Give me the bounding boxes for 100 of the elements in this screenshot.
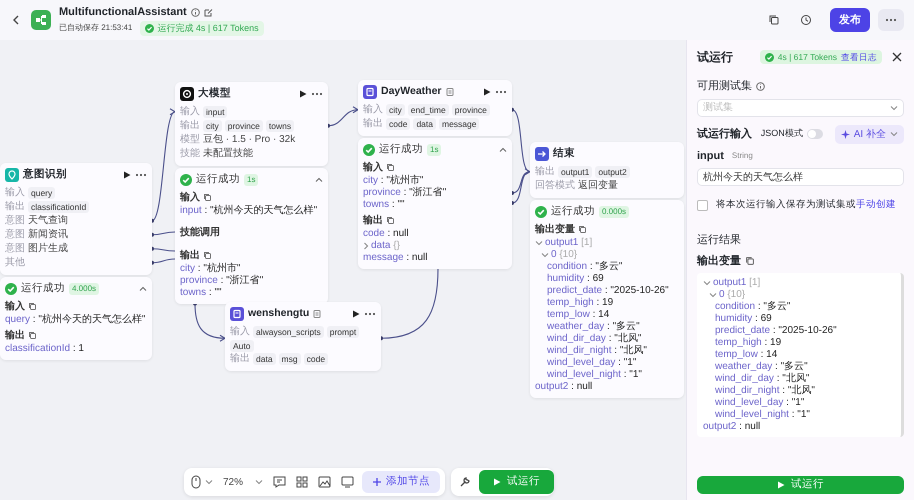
info-icon[interactable] [756,82,765,91]
collapse-icon[interactable] [541,252,549,258]
tree-node[interactable]: data {} [371,240,400,252]
create-manually-link[interactable]: 手动创建 [856,199,896,210]
output-field: message : null [363,252,428,264]
comment-button[interactable] [271,474,288,490]
image-button[interactable] [316,474,334,490]
field-label: 回答模式 [535,178,575,193]
run-stats: 4s | 617 Tokens [778,50,837,64]
tree-node[interactable]: output1 [1] [545,236,592,248]
zoom-level: 72% [223,476,244,490]
collapse-icon[interactable] [535,240,543,246]
interaction-mode-button[interactable] [189,473,215,492]
layout-button[interactable] [294,474,310,490]
copy-icon[interactable] [203,250,212,260]
json-mode-label: JSON模式 [760,127,803,140]
output-field: province : "浙江省" [180,274,264,286]
input-field[interactable]: 杭州今天的天气怎么样 [697,168,904,186]
copy-icon[interactable] [745,256,755,266]
collapse-icon[interactable] [709,292,717,298]
play-icon[interactable] [123,170,131,179]
field-label: 模型 [180,132,200,147]
field-label: 输入 [363,102,383,117]
node-icon [363,84,377,99]
more-icon [885,18,897,22]
collapse-icon[interactable] [499,146,507,153]
variable-tag: output2 [595,166,630,178]
duration-badge: 1s [244,174,258,186]
status-text: 运行成功 [21,280,65,296]
copy-icon[interactable] [203,192,212,202]
output-field: wind_dir_night : "北风" [547,344,647,356]
play-icon[interactable] [299,90,307,98]
caret-icon [255,479,264,486]
field-label: 输出 [5,200,25,214]
output-field: weather_day : "多云" [547,320,640,332]
close-icon [892,52,902,62]
output-field: condition : "多云" [715,301,790,314]
play-icon[interactable] [483,88,491,96]
node-icon [180,86,194,101]
node-card[interactable]: 意图识别 输入 query 输出 classificationId 意图 天气查询 意图 新闻资讯 意图 图片生成 其他 [0,163,152,275]
variable-tag: code [386,118,410,130]
copy-icon[interactable] [28,330,37,340]
more-button[interactable] [878,9,904,31]
tree-node[interactable]: 0 {10} [719,289,746,302]
more-icon[interactable] [364,312,376,316]
info-icon[interactable] [190,8,200,17]
publish-button[interactable]: 发布 [830,8,870,32]
zoom-dropdown[interactable]: 72% [221,472,266,492]
copy-icon[interactable] [386,216,395,224]
copy-icon[interactable] [386,162,395,172]
copy-icon [768,14,780,26]
node-title: 大模型 [198,86,231,101]
more-icon[interactable] [311,92,323,96]
node-card[interactable]: 大模型 输入 input 输出 city province towns 模型 豆包 · 1.5 · Pro · 32k 技能 未配置技能 [175,82,328,166]
save-option-text: 将本次运行输入保存为测试集或手动创建 [716,198,896,212]
add-node-button[interactable]: 添加节点 [362,471,440,493]
node-card[interactable]: DayWeather 输入 city end_time province 输出 code data message [358,80,512,136]
collapse-icon[interactable] [139,286,147,292]
field-label: 技能 [180,146,200,161]
close-button[interactable] [890,50,904,64]
section-title: 输出 [180,248,200,262]
more-icon[interactable] [135,172,147,177]
play-icon[interactable] [352,310,360,318]
variable-tag: message [438,118,480,130]
run-button[interactable]: 试运行 [697,476,904,494]
field-label: 输出 [535,164,555,179]
copy-icon[interactable] [28,302,37,310]
field-value: 豆包 · 1.5 · Pro · 32k [203,132,296,147]
collapse-icon[interactable] [703,280,711,286]
expand-icon[interactable] [363,242,369,250]
success-icon [363,144,375,156]
node-card[interactable]: 结束 输出 output1 output2 回答模式 返回变量 [530,142,684,198]
play-icon [493,478,502,486]
collapse-icon[interactable] [315,176,323,183]
output-field: output2 : null [535,380,592,392]
save-checkbox[interactable] [697,200,708,211]
field-label: 意图 [5,228,25,242]
tree-node[interactable]: output1 [1] [713,277,760,290]
ai-complete-button[interactable]: AI 补全 [834,124,904,144]
node-card[interactable]: wenshengtu 输入 alwayson_scripts prompt Auto 输出 data msg code [225,302,381,371]
view-log-link[interactable]: 查看日志 [841,50,877,64]
duration-badge: 4.000s [69,282,100,295]
json-mode-toggle[interactable] [806,129,823,139]
edit-icon[interactable] [204,8,213,17]
node-title: wenshengtu [248,306,310,321]
run-button[interactable]: 试运行 [479,470,554,494]
plus-icon [372,477,382,488]
output-field: predict_date : "2025-10-26" [547,284,669,296]
variable-tag: Auto [230,340,254,352]
variable-tag: province [224,120,263,132]
copy-icon[interactable] [578,224,587,234]
history-button[interactable] [798,12,814,28]
output-field: humidity : 69 [715,313,772,326]
field-label: 输出 [230,352,250,366]
more-icon[interactable] [495,90,507,94]
screen-button[interactable] [339,474,356,490]
tree-node[interactable]: 0 {10} [551,248,578,260]
field-value: 返回变量 [578,178,618,193]
field-value: 未配置技能 [203,146,253,161]
output-field: output2 : null [703,421,760,434]
